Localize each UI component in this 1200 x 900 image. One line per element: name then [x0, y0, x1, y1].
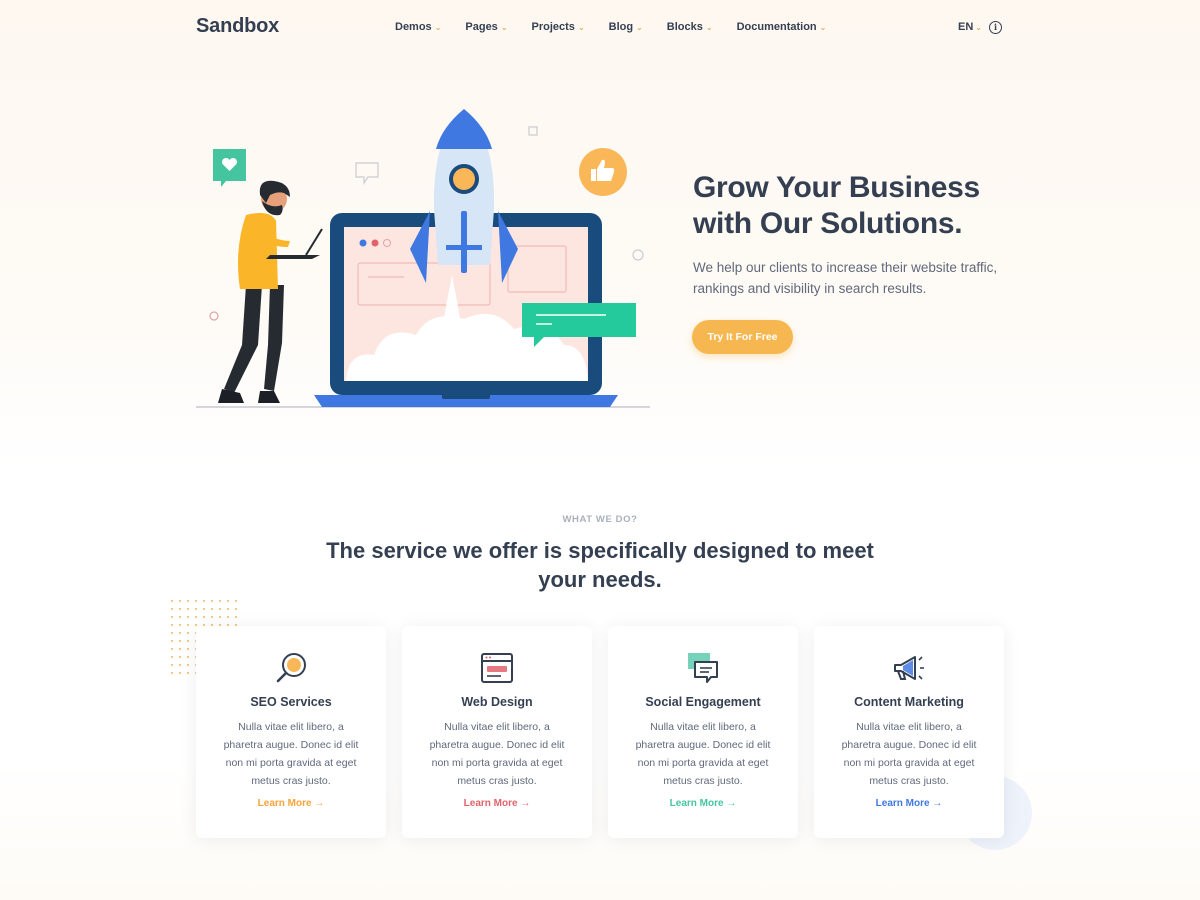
service-card-web-design: Web Design Nulla vitae elit libero, a ph… [402, 626, 592, 838]
menu-item-blog[interactable]: Blog ⌄ [609, 21, 643, 33]
hero-title: Grow Your Business with Our Solutions. [693, 171, 980, 240]
logo[interactable]: Sandbox [196, 15, 279, 38]
chevron-down-icon: ⌄ [975, 22, 982, 32]
card-text: Nulla vitae elit libero, a pharetra augu… [223, 721, 359, 787]
learn-more-link[interactable]: Learn More → [402, 798, 592, 809]
card-title: SEO Services [250, 695, 332, 709]
main-menu: Demos ⌄ Pages ⌄ Projects ⌄ Blog ⌄ Blocks ⌄ Do… [395, 21, 850, 33]
decor-circle [632, 249, 644, 261]
rocket-illustration [410, 109, 518, 283]
heart-bubble-icon [213, 149, 246, 187]
top-navbar: Sandbox Demos ⌄ Pages ⌄ Projects ⌄ Blog ⌄ Bl… [0, 0, 1200, 56]
section-kicker: WHAT WE DO? [562, 514, 638, 525]
learn-more-link[interactable]: Learn More → [608, 798, 798, 809]
learn-more-link[interactable]: Learn More → [196, 798, 386, 809]
try-it-free-button[interactable]: Try It For Free [692, 320, 793, 354]
menu-item-pages[interactable]: Pages ⌄ [465, 21, 507, 33]
services-cards: SEO Services Nulla vitae elit libero, a … [196, 626, 1004, 838]
menu-item-label: Projects [531, 21, 575, 33]
decor-square [528, 126, 538, 136]
section-title: The service we offer is specifically des… [326, 538, 874, 592]
card-text: Nulla vitae elit libero, a pharetra augu… [429, 721, 565, 787]
info-icon[interactable]: i [989, 21, 1002, 34]
chevron-down-icon: ⌄ [819, 22, 827, 32]
thumbs-up-icon [579, 148, 627, 196]
chevron-down-icon: ⌄ [500, 22, 508, 32]
browser-window-icon [481, 653, 513, 683]
decor-circle [209, 311, 219, 321]
card-text: Nulla vitae elit libero, a pharetra augu… [841, 721, 977, 787]
hero-description: We help our clients to increase their we… [693, 260, 998, 296]
card-title: Social Engagement [645, 695, 761, 709]
chevron-down-icon: ⌄ [705, 22, 713, 32]
learn-more-link[interactable]: Learn More → [814, 798, 1004, 809]
chat-bubbles-icon [688, 653, 718, 683]
megaphone-icon [894, 656, 924, 680]
menu-item-blocks[interactable]: Blocks ⌄ [667, 21, 713, 33]
chevron-down-icon: ⌄ [577, 22, 585, 32]
card-title: Content Marketing [854, 695, 964, 709]
chat-outline-icon [355, 162, 379, 185]
language-label: EN [958, 21, 974, 33]
menu-item-label: Blog [608, 21, 634, 33]
menu-item-projects[interactable]: Projects ⌄ [532, 21, 585, 33]
hero-illustration [196, 109, 650, 408]
menu-item-label: Demos [395, 21, 432, 33]
menu-item-label: Blocks [666, 21, 703, 33]
menu-item-label: Documentation [736, 21, 817, 33]
chevron-down-icon: ⌄ [636, 22, 643, 32]
service-card-social: Social Engagement Nulla vitae elit liber… [608, 626, 798, 838]
service-card-content: Content Marketing Nulla vitae elit liber… [814, 626, 1004, 838]
menu-item-documentation[interactable]: Documentation ⌄ [737, 21, 827, 33]
menu-item-label: Pages [465, 21, 498, 33]
service-card-seo: SEO Services Nulla vitae elit libero, a … [196, 626, 386, 838]
menu-item-demos[interactable]: Demos ⌄ [395, 21, 441, 33]
card-text: Nulla vitae elit libero, a pharetra augu… [635, 721, 771, 787]
chevron-down-icon: ⌄ [434, 22, 442, 32]
person-illustration [218, 180, 323, 403]
search-icon [276, 653, 306, 683]
language-selector[interactable]: EN ⌄ [958, 21, 982, 33]
card-title: Web Design [461, 695, 533, 709]
